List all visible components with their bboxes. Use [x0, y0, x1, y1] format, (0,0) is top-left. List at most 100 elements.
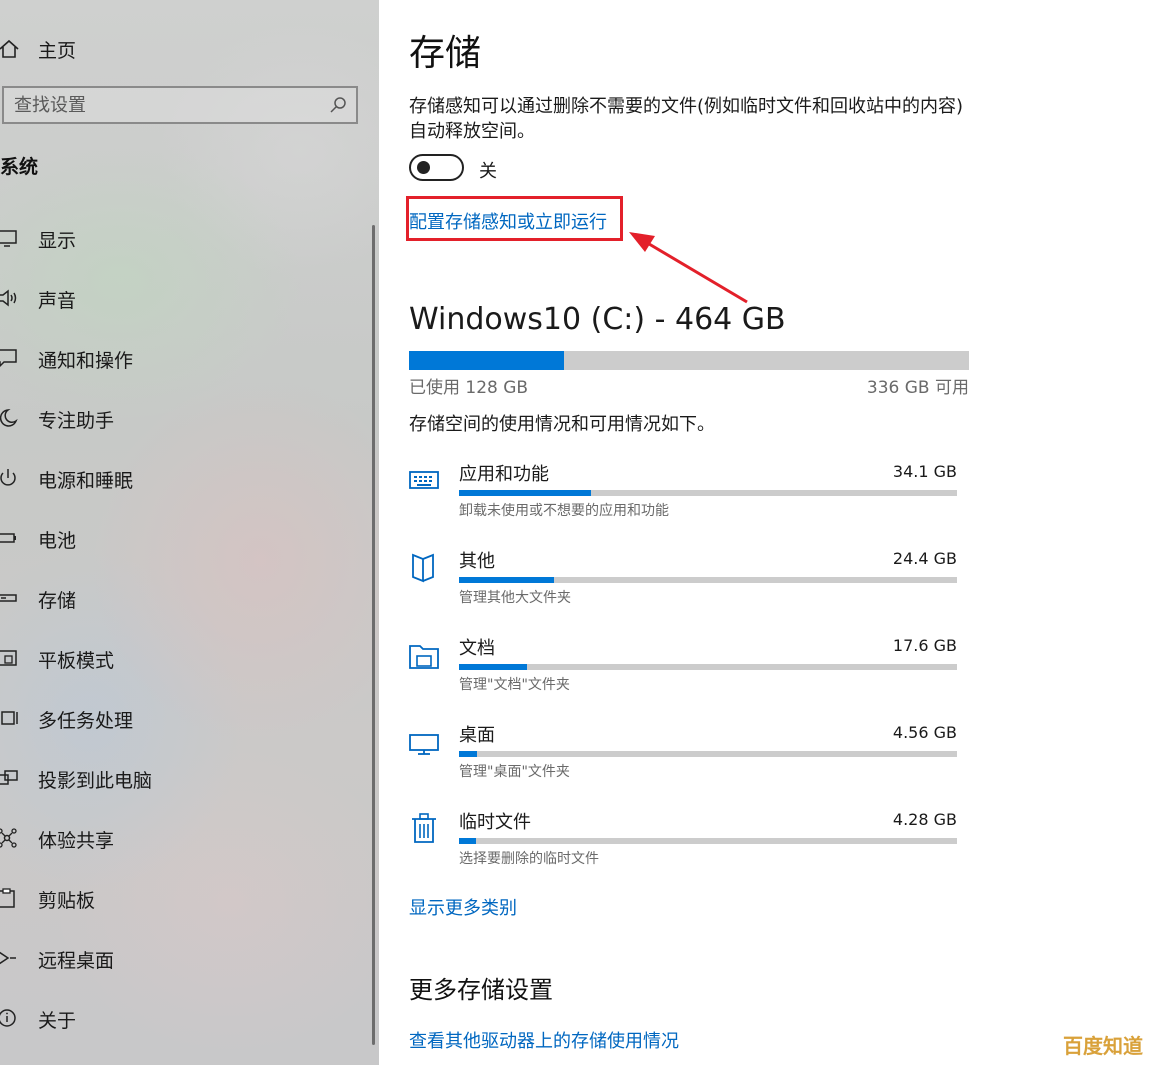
- sidebar-item-label: 专注助手: [38, 410, 115, 432]
- documents-icon: [409, 645, 439, 669]
- sidebar-item-project[interactable]: 投影到此电脑: [0, 756, 360, 800]
- storage-sense-toggle[interactable]: [409, 154, 464, 181]
- main-content: 存储 存储感知可以通过删除不需要的文件(例如临时文件和回收站中的内容)自动释放空…: [379, 0, 1149, 1065]
- sidebar-item-about[interactable]: 关于: [0, 996, 360, 1040]
- speaker-icon: [0, 289, 17, 307]
- category-description: 卸载未使用或不想要的应用和功能: [459, 503, 669, 519]
- sidebar-item-notifications[interactable]: 通知和操作: [0, 336, 360, 380]
- sidebar-item-label: 存储: [38, 590, 77, 612]
- sidebar-item-display[interactable]: 显示: [0, 216, 360, 260]
- watermark: 百度知道: [1063, 1034, 1143, 1058]
- sidebar-item-label: 远程桌面: [38, 950, 115, 972]
- category-name: 文档: [459, 638, 495, 659]
- category-size: 4.28 GB: [892, 810, 957, 829]
- multitask-icon: [1, 711, 18, 725]
- sidebar-item-label: 声音: [38, 290, 77, 312]
- category-name: 临时文件: [459, 812, 531, 833]
- sidebar: 主页 系统 显示 声音 通知和操作 专注助手 电源和睡眠: [0, 0, 379, 1065]
- show-more-categories-link[interactable]: 显示更多类别: [409, 894, 517, 920]
- sidebar-item-label: 投影到此电脑: [38, 770, 153, 792]
- page-title: 存储: [409, 33, 482, 74]
- desktop-icon: [409, 734, 439, 755]
- project-icon: [0, 770, 18, 785]
- sidebar-home[interactable]: 主页: [0, 28, 360, 68]
- sidebar-item-multitasking[interactable]: 多任务处理: [0, 696, 360, 740]
- more-storage-settings-heading: 更多存储设置: [409, 976, 553, 1004]
- search-field[interactable]: [2, 86, 358, 124]
- power-icon: [0, 469, 16, 486]
- sidebar-item-clipboard[interactable]: 剪贴板: [0, 876, 360, 920]
- other-files-icon: [412, 553, 434, 583]
- category-bar-fill: [459, 751, 477, 757]
- home-icon: [0, 39, 19, 58]
- sidebar-item-label: 通知和操作: [38, 350, 134, 372]
- storage-icon: [0, 594, 17, 602]
- sidebar-item-sound[interactable]: 声音: [0, 276, 360, 320]
- category-description: 管理"文档"文件夹: [459, 677, 570, 693]
- battery-icon: [0, 533, 16, 543]
- category-temp-files[interactable]: 临时文件 4.28 GB 选择要删除的临时文件: [409, 808, 969, 888]
- tablet-icon: [0, 650, 17, 666]
- category-bar: [459, 490, 957, 496]
- drive-usage-bar: [409, 351, 969, 370]
- drive-title: Windows10 (C:) - 464 GB: [409, 302, 786, 337]
- usage-summary-text: 存储空间的使用情况和可用情况如下。: [409, 414, 715, 435]
- category-size: 34.1 GB: [892, 462, 957, 481]
- sidebar-item-remote-desktop[interactable]: 远程桌面: [0, 936, 360, 980]
- category-documents[interactable]: 文档 17.6 GB 管理"文档"文件夹: [409, 634, 969, 714]
- info-icon: [0, 1009, 16, 1027]
- category-name: 应用和功能: [459, 464, 549, 485]
- sidebar-item-label: 电池: [38, 530, 77, 552]
- search-icon: [330, 97, 346, 113]
- share-icon: [0, 828, 17, 848]
- sidebar-item-label: 体验共享: [38, 830, 115, 852]
- category-other[interactable]: 其他 24.4 GB 管理其他大文件夹: [409, 547, 969, 627]
- category-size: 17.6 GB: [892, 636, 957, 655]
- category-size: 24.4 GB: [892, 549, 957, 568]
- category-bar: [459, 751, 957, 757]
- sidebar-item-label: 剪贴板: [38, 890, 96, 912]
- sidebar-item-shared-experiences[interactable]: 体验共享: [0, 816, 360, 860]
- category-bar: [459, 838, 957, 844]
- search-input[interactable]: [14, 92, 314, 118]
- category-bar-fill: [459, 490, 591, 496]
- sidebar-item-battery[interactable]: 电池: [0, 516, 360, 560]
- storage-sense-description: 存储感知可以通过删除不需要的文件(例如临时文件和回收站中的内容)自动释放空间。: [409, 96, 964, 142]
- sidebar-item-power[interactable]: 电源和睡眠: [0, 456, 360, 500]
- clipboard-icon: [0, 888, 15, 908]
- moon-icon: [0, 409, 18, 427]
- category-desktop[interactable]: 桌面 4.56 GB 管理"桌面"文件夹: [409, 721, 969, 801]
- sidebar-item-label: 显示: [38, 230, 77, 252]
- category-description: 选择要删除的临时文件: [459, 851, 599, 867]
- drive-free-label: 336 GB 可用: [866, 378, 969, 398]
- drive-used-label: 已使用 128 GB: [409, 378, 529, 398]
- apps-icon: [409, 471, 439, 489]
- sidebar-item-focus-assist[interactable]: 专注助手: [0, 396, 360, 440]
- sidebar-section-title: 系统: [0, 156, 39, 178]
- sidebar-item-label: 电源和睡眠: [38, 470, 134, 492]
- monitor-icon: [0, 230, 17, 247]
- category-description: 管理其他大文件夹: [459, 590, 571, 606]
- sidebar-home-label: 主页: [38, 40, 77, 62]
- sidebar-item-storage[interactable]: 存储: [0, 576, 360, 620]
- category-bar-fill: [459, 664, 528, 670]
- category-bar: [459, 577, 957, 583]
- sidebar-item-label: 多任务处理: [38, 710, 134, 732]
- category-bar-fill: [459, 838, 476, 844]
- trash-icon: [412, 813, 436, 843]
- sidebar-item-tablet-mode[interactable]: 平板模式: [0, 636, 360, 680]
- category-name: 桌面: [459, 725, 495, 746]
- sidebar-scrollbar[interactable]: [372, 225, 375, 1045]
- sidebar-item-label: 关于: [38, 1010, 77, 1032]
- toggle-knob: [417, 161, 430, 174]
- configure-storage-sense-link[interactable]: 配置存储感知或立即运行: [409, 208, 607, 234]
- annotation-arrow: [629, 232, 748, 304]
- category-description: 管理"桌面"文件夹: [459, 764, 570, 780]
- category-bar-fill: [459, 577, 554, 583]
- remote-desktop-icon: [0, 951, 16, 965]
- notification-icon: [0, 349, 17, 368]
- category-apps[interactable]: 应用和功能 34.1 GB 卸载未使用或不想要的应用和功能: [409, 460, 969, 540]
- view-other-drives-link[interactable]: 查看其他驱动器上的存储使用情况: [409, 1027, 679, 1053]
- category-name: 其他: [459, 551, 495, 572]
- toggle-state-label: 关: [479, 161, 497, 182]
